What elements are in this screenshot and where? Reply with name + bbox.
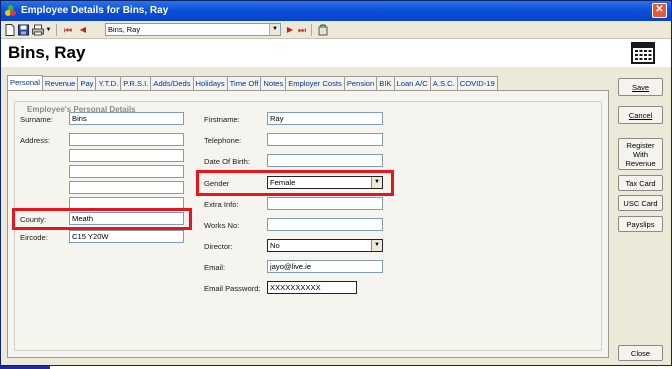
works-no-label: Works No: xyxy=(204,221,240,230)
firstname-label: Firstname: xyxy=(204,115,240,124)
calendar-icon[interactable] xyxy=(631,42,655,64)
director-select-value: No xyxy=(270,241,280,250)
save-button-label: Save xyxy=(631,82,650,92)
tab-time-off[interactable]: Time Off xyxy=(226,76,262,91)
tab-bik[interactable]: BIK xyxy=(376,76,395,91)
print-icon[interactable] xyxy=(32,24,44,36)
telephone-input[interactable] xyxy=(267,133,383,146)
gender-highlight-box xyxy=(196,170,394,196)
tab-loan-ac[interactable]: Loan A/C xyxy=(393,76,431,91)
tab-covid-19[interactable]: COVID-19 xyxy=(456,76,498,91)
employee-name-heading: Bins, Ray xyxy=(8,43,86,62)
address-label: Address: xyxy=(20,136,50,145)
tab-notes[interactable]: Notes xyxy=(260,76,287,91)
toolbar-separator xyxy=(311,24,312,36)
personal-tab-panel: Employee's Personal Details Surname: Bin… xyxy=(7,90,609,358)
register-line-2: With xyxy=(633,149,648,159)
county-highlight-box xyxy=(12,208,192,230)
toolbar-separator xyxy=(56,24,57,36)
window-title: Employee Details for Bins, Ray xyxy=(21,5,169,16)
works-no-input[interactable] xyxy=(267,218,383,231)
employee-header: Bins, Ray xyxy=(1,39,671,67)
extra-info-input[interactable] xyxy=(267,197,383,210)
tab-adds-deds[interactable]: Adds/Deds xyxy=(150,76,194,91)
tab-pension[interactable]: Pension xyxy=(343,76,378,91)
register-with-revenue-button[interactable]: Register With Revenue xyxy=(618,138,663,170)
window-close-button[interactable]: ✕ xyxy=(652,3,667,18)
chevron-down-icon[interactable]: ▼ xyxy=(371,240,382,251)
address-line-1-input[interactable] xyxy=(69,133,184,146)
title-bar: Employee Details for Bins, Ray ✕ xyxy=(1,1,671,21)
address-line-3-input[interactable] xyxy=(69,165,184,178)
email-label: Email: xyxy=(204,263,226,272)
director-select[interactable]: No ▼ xyxy=(267,239,383,252)
employee-selector-combo[interactable]: Bins, Ray ▼ xyxy=(105,23,281,36)
previous-record-icon[interactable]: ◀ xyxy=(78,24,88,36)
tab-revenue[interactable]: Revenue xyxy=(41,76,79,91)
close-button[interactable]: Close xyxy=(618,345,663,361)
employee-details-window: Employee Details for Bins, Ray ✕ ▼ ⏮ ◀ B… xyxy=(0,0,672,366)
tab-employer-costs[interactable]: Employer Costs xyxy=(285,76,345,91)
tab-personal[interactable]: Personal xyxy=(7,75,43,91)
last-record-icon[interactable]: ⏭ xyxy=(297,24,307,36)
new-icon[interactable] xyxy=(5,24,15,36)
chevron-down-icon[interactable]: ▼ xyxy=(269,24,280,35)
payslips-button[interactable]: Payslips xyxy=(618,216,663,232)
toolbar: ▼ ⏮ ◀ Bins, Ray ▼ ▶ ⏭ xyxy=(1,21,671,39)
first-record-icon[interactable]: ⏮ xyxy=(63,24,73,36)
undo-icon[interactable] xyxy=(317,24,329,36)
register-line-3: Revenue xyxy=(625,158,656,168)
tab-pay[interactable]: Pay xyxy=(77,76,97,91)
address-line-2-input[interactable] xyxy=(69,149,184,162)
tab-holidays[interactable]: Holidays xyxy=(192,76,228,91)
email-input[interactable]: jayo@live.ie xyxy=(267,260,383,273)
cancel-button[interactable]: Cancel xyxy=(618,106,663,124)
address-line-4-input[interactable] xyxy=(69,181,184,194)
print-dropdown-icon[interactable]: ▼ xyxy=(45,24,52,36)
eircode-input[interactable]: C15 Y20W xyxy=(69,230,184,243)
tab-strip: Personal Revenue Pay Y.T.D. P.R.S.I. Adds/Ded… xyxy=(7,75,609,91)
app-icon xyxy=(5,5,16,16)
next-record-icon[interactable]: ▶ xyxy=(285,24,295,36)
tax-card-button[interactable]: Tax Card xyxy=(618,175,663,191)
email-password-input[interactable]: XXXXXXXXXX xyxy=(267,281,357,294)
surname-label: Surname: xyxy=(20,115,53,124)
save-button[interactable]: Save xyxy=(618,78,663,96)
date-of-birth-input[interactable] xyxy=(267,154,383,167)
cancel-button-label: Cancel xyxy=(628,110,653,120)
email-password-label: Email Password: xyxy=(204,284,261,293)
employee-selector-value: Bins, Ray xyxy=(108,25,141,34)
date-of-birth-label: Date Of Birth: xyxy=(204,157,251,166)
extra-info-label: Extra Info: xyxy=(204,200,239,209)
eircode-label: Eircode: xyxy=(20,233,48,242)
firstname-input[interactable]: Ray xyxy=(267,112,383,125)
tab-ytd[interactable]: Y.T.D. xyxy=(95,76,122,91)
surname-input[interactable]: Bins xyxy=(69,112,184,125)
register-line-1: Register xyxy=(626,140,655,150)
director-label: Director: xyxy=(204,242,233,251)
usc-card-button[interactable]: USC Card xyxy=(618,195,663,211)
save-icon[interactable] xyxy=(18,24,29,36)
telephone-label: Telephone: xyxy=(204,136,242,145)
tab-prsi[interactable]: P.R.S.I. xyxy=(120,76,152,91)
tab-asc[interactable]: A.S.C. xyxy=(429,76,458,91)
